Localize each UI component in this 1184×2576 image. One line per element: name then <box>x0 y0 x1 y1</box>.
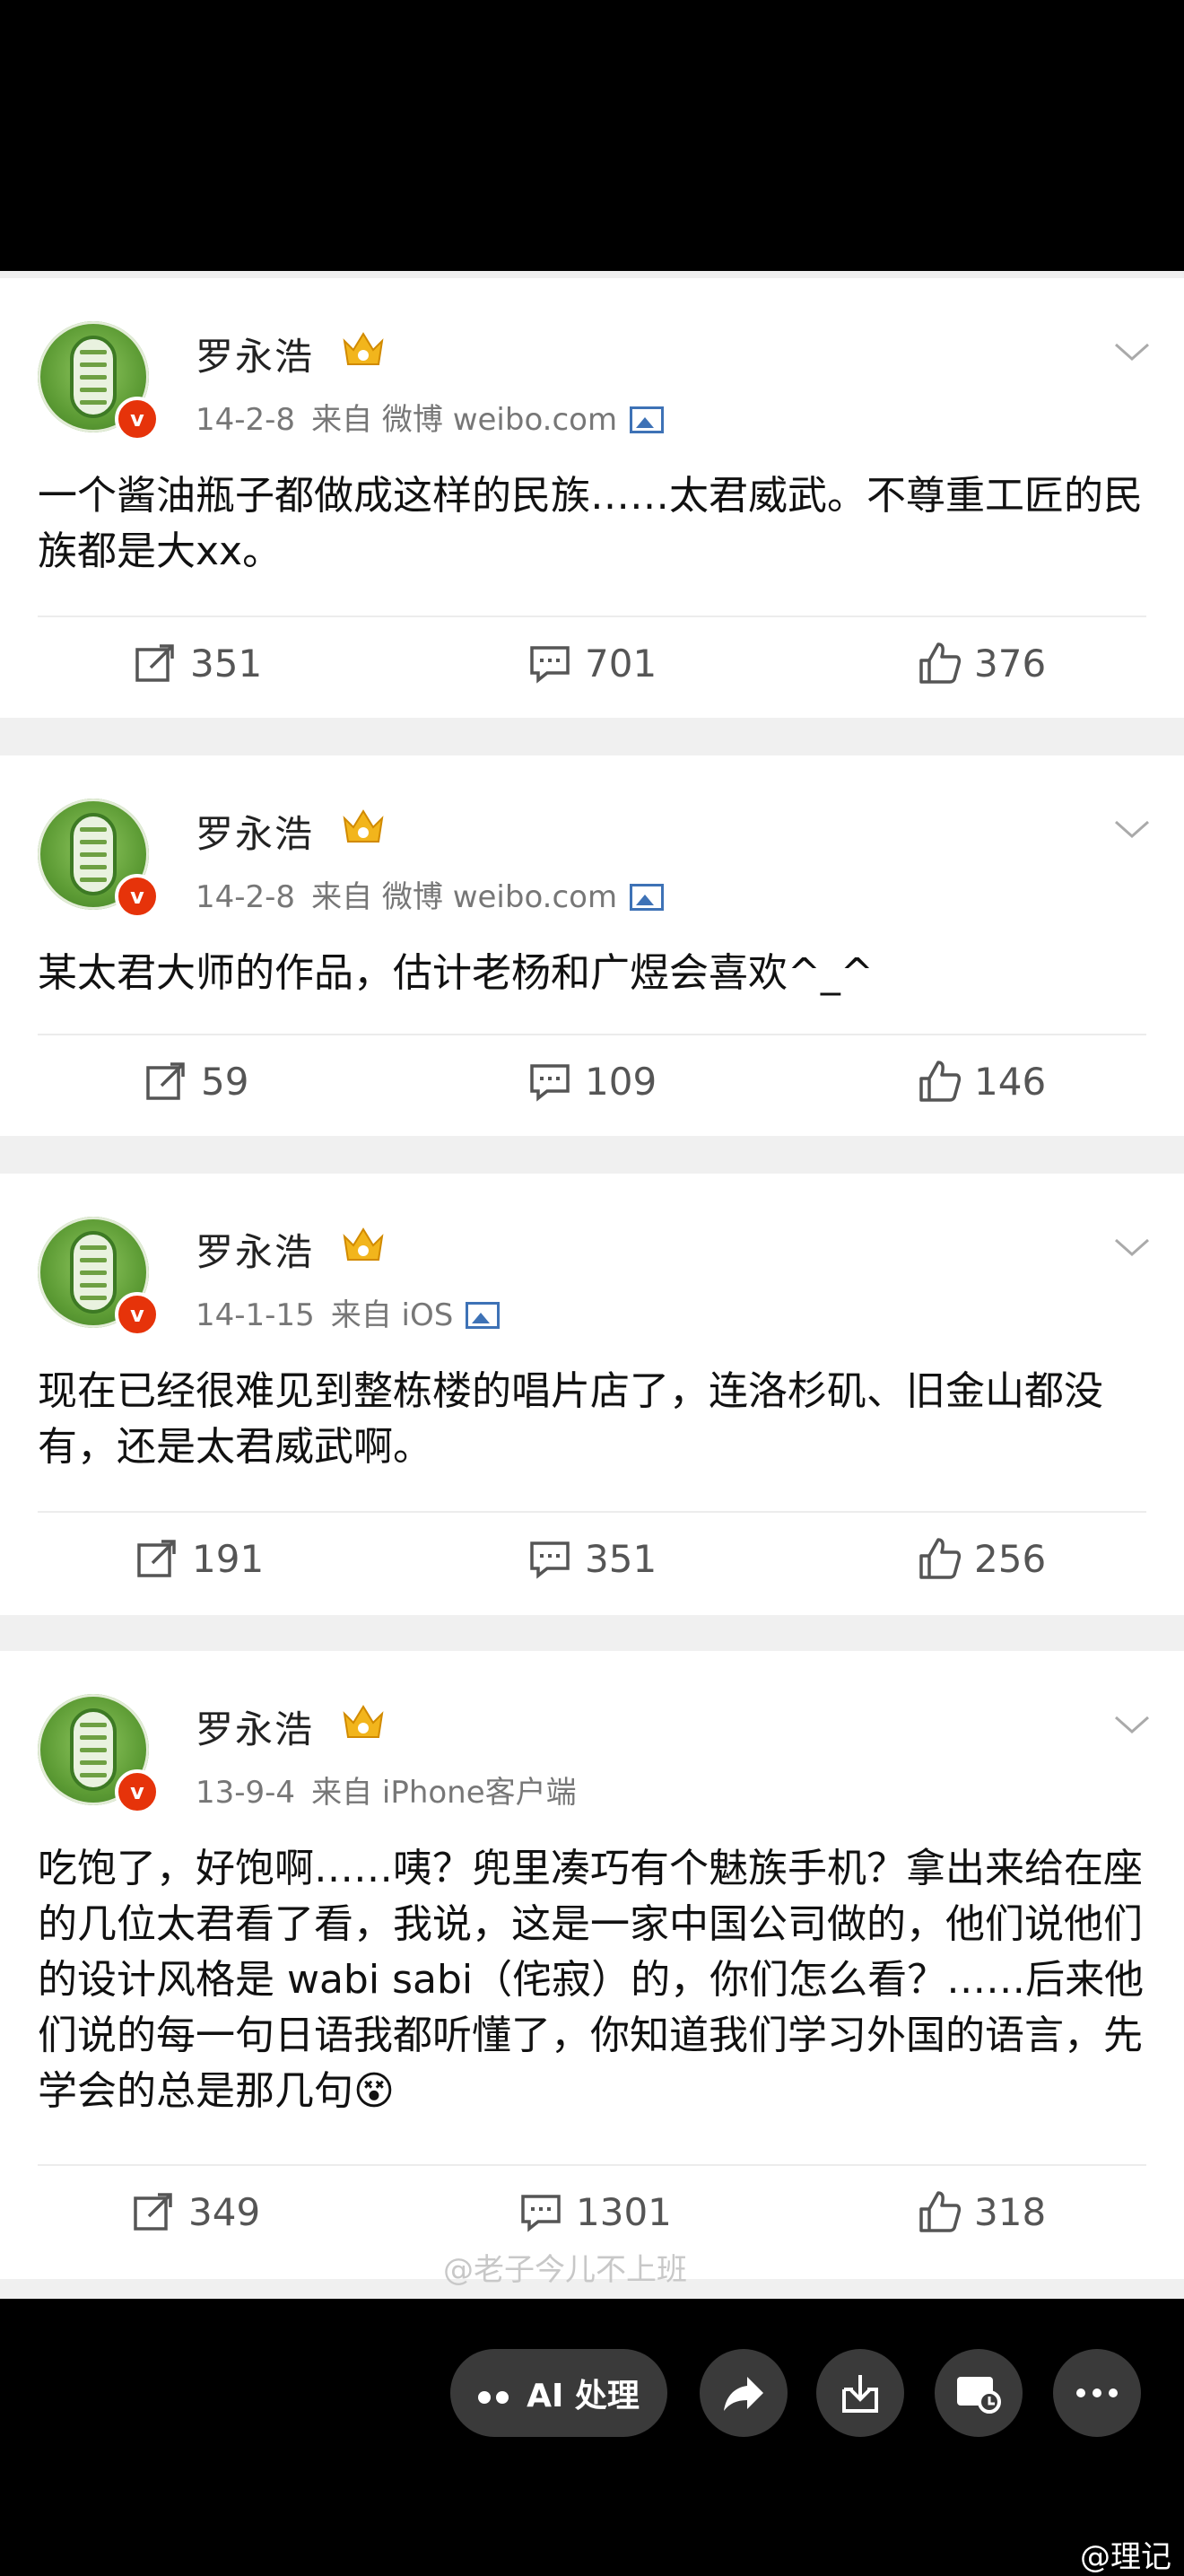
watermark: @老子今儿不上班 <box>443 2252 687 2288</box>
chevron-down-icon[interactable] <box>1112 332 1152 371</box>
like-button[interactable]: 376 <box>917 641 1046 685</box>
ai-dots-icon <box>478 2375 514 2412</box>
author-name[interactable]: 罗永浩 <box>196 1222 314 1277</box>
author-name[interactable]: 罗永浩 <box>196 327 314 381</box>
post-card[interactable]: v 罗永浩 14-1-15 来自 iOS 现在已经很难见到整栋楼的唱片店了，连洛杉… <box>0 1174 1184 1615</box>
repost-button[interactable]: 191 <box>135 1536 264 1581</box>
image-icon[interactable] <box>466 1301 501 1329</box>
repost-button[interactable]: 351 <box>133 641 262 685</box>
divider <box>38 1034 1146 1035</box>
more-button[interactable] <box>1053 2349 1141 2437</box>
post-date: 13-9-4 <box>196 1775 296 1811</box>
chevron-down-icon[interactable] <box>1112 809 1152 849</box>
like-count: 376 <box>974 641 1047 685</box>
comment-count: 109 <box>585 1059 657 1104</box>
thumbs-up-icon <box>919 1538 962 1579</box>
comment-button[interactable]: 701 <box>527 641 657 685</box>
download-icon <box>842 2375 878 2413</box>
image-search-icon <box>957 2377 1001 2414</box>
like-count: 146 <box>974 1059 1047 1104</box>
post-card[interactable]: v 罗永浩 14-2-8 来自 微博 weibo.com 一个酱油瓶子都做成这样的… <box>0 278 1184 718</box>
author-name[interactable]: 罗永浩 <box>196 804 314 859</box>
comment-button[interactable]: 109 <box>527 1059 657 1104</box>
post-card[interactable]: v 罗永浩 13-9-4 来自 iPhone客户端 吃饱了，好饱啊……咦？兜里凑巧… <box>0 1651 1184 2279</box>
comment-count: 1301 <box>576 2189 672 2234</box>
author-name[interactable]: 罗永浩 <box>196 1699 314 1754</box>
post-meta: 14-2-8 来自 微博 weibo.com <box>196 395 665 439</box>
repost-icon <box>146 1062 185 1100</box>
post-card[interactable]: v 罗永浩 14-2-8 来自 微博 weibo.com 某太君大师的作品，估计老… <box>0 755 1184 1136</box>
divider <box>38 616 1146 617</box>
comment-icon <box>530 1064 570 1102</box>
repost-button[interactable]: 59 <box>144 1059 248 1104</box>
chevron-down-icon[interactable] <box>1112 1705 1152 1744</box>
repost-count: 351 <box>190 641 263 685</box>
post-date: 14-1-15 <box>196 1297 315 1333</box>
comment-icon <box>521 2195 561 2232</box>
ai-process-button[interactable]: AI 处理 <box>450 2349 667 2437</box>
post-source[interactable]: 来自 iOS <box>331 1297 454 1333</box>
download-button[interactable] <box>816 2349 904 2437</box>
repost-button[interactable]: 349 <box>131 2189 260 2234</box>
post-date: 14-2-8 <box>196 402 296 438</box>
share-arrow-icon <box>724 2377 763 2411</box>
repost-icon <box>134 2193 172 2231</box>
verified-badge: v <box>115 874 160 919</box>
repost-icon <box>135 644 174 682</box>
post-text: 吃饱了，好饱啊……咦？兜里凑巧有个魅族手机？拿出来给在座的几位太君看了看，我说，… <box>38 1846 1145 2114</box>
post-meta: 14-1-15 来自 iOS <box>196 1290 501 1334</box>
thumbs-up-icon <box>919 1061 962 1102</box>
comment-icon <box>530 1541 570 1579</box>
post-text: 一个酱油瓶子都做成这样的民族……太君威武。不尊重工匠的民族都是大xx。 <box>38 473 1143 574</box>
post-date: 14-2-8 <box>196 879 296 915</box>
post-source[interactable]: 来自 iPhone客户端 <box>311 1775 577 1811</box>
corner-watermark: @理记 <box>1080 2539 1171 2575</box>
like-button[interactable]: 146 <box>917 1059 1046 1104</box>
image-icon[interactable] <box>630 406 665 433</box>
verified-badge: v <box>115 1769 160 1814</box>
image-icon[interactable] <box>630 883 665 911</box>
verified-badge: v <box>115 397 160 441</box>
thumbs-up-icon <box>919 2191 962 2232</box>
like-button[interactable]: 318 <box>917 2189 1046 2234</box>
post-meta: 13-9-4 来自 iPhone客户端 <box>196 1768 577 1812</box>
crown-icon <box>343 332 384 365</box>
chevron-down-icon[interactable] <box>1112 1227 1152 1267</box>
like-count: 256 <box>974 1536 1047 1581</box>
more-dots-icon <box>1076 2388 1118 2397</box>
repost-icon <box>137 1540 176 1577</box>
image-search-button[interactable] <box>935 2349 1023 2437</box>
share-button[interactable] <box>700 2349 788 2437</box>
comment-count: 701 <box>585 641 657 685</box>
like-count: 318 <box>974 2189 1047 2234</box>
post-text: 某太君大师的作品，估计老杨和广煜会喜欢^_^ <box>38 950 874 996</box>
crown-icon <box>343 809 384 843</box>
like-button[interactable]: 256 <box>917 1536 1046 1581</box>
comment-icon <box>530 646 570 684</box>
repost-count: 59 <box>201 1059 249 1104</box>
thumbs-up-icon <box>919 642 962 684</box>
post-source[interactable]: 来自 微博 weibo.com <box>311 879 617 915</box>
verified-badge: v <box>115 1292 160 1337</box>
repost-count: 191 <box>192 1536 265 1581</box>
divider <box>38 2164 1146 2166</box>
post-source[interactable]: 来自 微博 weibo.com <box>311 402 617 438</box>
post-meta: 14-2-8 来自 微博 weibo.com <box>196 872 665 916</box>
post-text: 现在已经很难见到整栋楼的唱片店了，连洛杉矶、旧金山都没有，还是太君威武啊。 <box>38 1368 1103 1470</box>
comment-count: 351 <box>585 1536 657 1581</box>
repost-count: 349 <box>188 2189 261 2234</box>
divider <box>38 1511 1146 1513</box>
comment-button[interactable]: 351 <box>527 1536 657 1581</box>
ai-process-label: AI 处理 <box>527 2378 640 2414</box>
crown-icon <box>343 1705 384 1738</box>
crown-icon <box>343 1227 384 1261</box>
comment-button[interactable]: 1301 <box>518 2189 672 2234</box>
